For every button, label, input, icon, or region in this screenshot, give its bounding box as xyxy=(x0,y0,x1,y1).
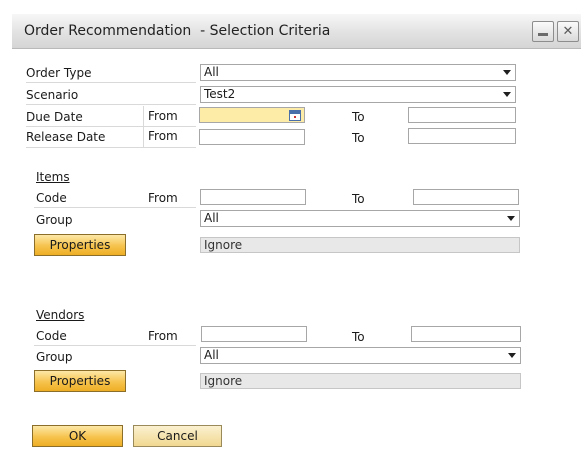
release-date-from-label: From xyxy=(148,129,178,143)
scenario-select[interactable]: Test2 xyxy=(200,86,516,103)
row-divider xyxy=(26,126,196,127)
items-from-label: From xyxy=(148,191,178,205)
due-date-label: Due Date xyxy=(26,110,83,124)
row-divider xyxy=(34,207,196,208)
row-divider xyxy=(34,345,196,346)
due-date-from-label: From xyxy=(148,109,178,123)
vendors-group-value: All xyxy=(204,348,219,362)
dialog-window: Order Recommendation - Selection Criteri… xyxy=(0,0,581,461)
vendors-properties-value: Ignore xyxy=(204,374,243,388)
items-group-value: All xyxy=(204,211,219,225)
vendors-code-label: Code xyxy=(36,329,67,343)
items-section-label: Items xyxy=(36,170,70,184)
order-type-label: Order Type xyxy=(26,66,92,80)
order-type-select[interactable]: All xyxy=(200,64,516,81)
items-to-label: To xyxy=(352,192,365,206)
items-properties-value: Ignore xyxy=(204,238,243,252)
due-date-to-input[interactable] xyxy=(408,107,516,123)
vendors-from-label: From xyxy=(148,329,178,343)
chevron-down-icon[interactable] xyxy=(507,216,515,221)
items-code-to-input[interactable] xyxy=(413,189,519,205)
release-date-to-label: To xyxy=(352,131,365,145)
items-properties-field: Ignore xyxy=(200,237,520,253)
items-group-select[interactable]: All xyxy=(200,210,520,227)
close-button[interactable]: ✕ xyxy=(557,21,579,42)
title-bar[interactable]: Order Recommendation - Selection Criteri… xyxy=(12,14,581,49)
due-date-to-label: To xyxy=(352,110,365,124)
scenario-value: Test2 xyxy=(204,87,236,101)
vendors-group-select[interactable]: All xyxy=(200,347,521,364)
minimize-button[interactable] xyxy=(532,21,554,42)
vendors-properties-field: Ignore xyxy=(200,373,521,389)
release-date-from-input[interactable] xyxy=(199,129,305,145)
items-code-from-input[interactable] xyxy=(200,189,306,205)
chevron-down-icon[interactable] xyxy=(508,353,516,358)
release-date-label: Release Date xyxy=(26,130,106,144)
ok-button[interactable]: OK xyxy=(32,425,123,447)
vendors-group-label: Group xyxy=(36,350,73,364)
vendors-section-label: Vendors xyxy=(36,308,85,322)
vendors-to-label: To xyxy=(352,330,365,344)
chevron-down-icon[interactable] xyxy=(503,92,511,97)
vendors-code-from-input[interactable] xyxy=(201,326,307,342)
calendar-icon[interactable] xyxy=(289,110,301,121)
cancel-button[interactable]: Cancel xyxy=(133,425,222,447)
row-divider xyxy=(26,104,196,105)
column-divider xyxy=(143,106,144,148)
due-date-from-input[interactable] xyxy=(199,107,305,123)
vendors-properties-label: Properties xyxy=(49,374,111,388)
items-properties-label: Properties xyxy=(49,238,111,252)
row-divider xyxy=(26,82,196,83)
window-title: Order Recommendation - Selection Criteri… xyxy=(24,23,331,39)
vendors-properties-button[interactable]: Properties xyxy=(34,370,126,392)
order-type-value: All xyxy=(204,65,219,79)
ok-button-label: OK xyxy=(68,429,87,443)
cancel-button-label: Cancel xyxy=(157,429,198,443)
close-icon: ✕ xyxy=(562,24,574,39)
row-divider xyxy=(26,147,196,148)
scenario-label: Scenario xyxy=(26,88,79,102)
chevron-down-icon[interactable] xyxy=(503,70,511,75)
items-properties-button[interactable]: Properties xyxy=(34,234,126,256)
vendors-code-to-input[interactable] xyxy=(411,326,521,342)
release-date-to-input[interactable] xyxy=(408,128,516,144)
minimize-icon xyxy=(538,33,548,36)
items-code-label: Code xyxy=(36,191,67,205)
items-group-label: Group xyxy=(36,213,73,227)
